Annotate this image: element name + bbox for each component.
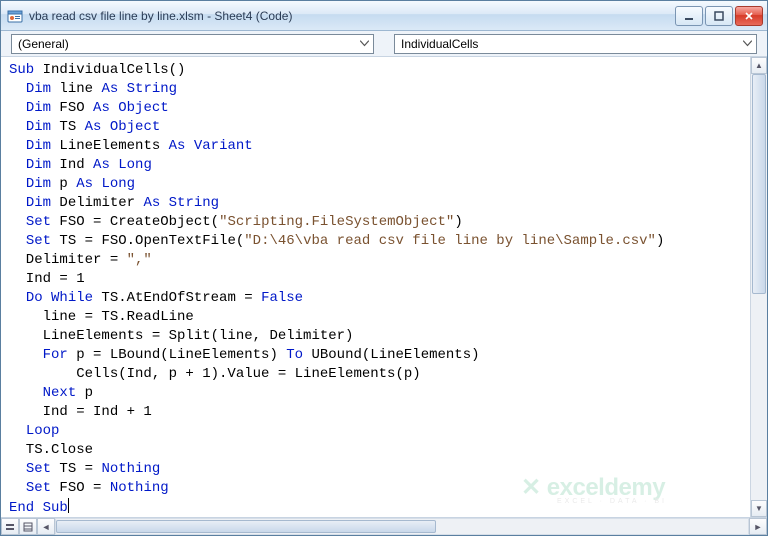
bottom-bar: ◄ ► xyxy=(1,517,767,535)
scroll-track[interactable] xyxy=(751,74,767,500)
full-module-view-button[interactable] xyxy=(19,518,37,535)
vertical-scrollbar[interactable]: ▲ ▼ xyxy=(750,57,767,517)
object-dropdown[interactable]: (General) xyxy=(11,34,374,54)
horizontal-scroll-thumb[interactable] xyxy=(56,520,436,533)
horizontal-scroll-track[interactable] xyxy=(55,518,749,535)
scroll-right-arrow-icon[interactable]: ► xyxy=(749,518,767,535)
code-editor[interactable]: Sub IndividualCells() Dim line As String… xyxy=(1,57,750,517)
procedure-dropdown-value: IndividualCells xyxy=(401,37,478,51)
chevron-down-icon xyxy=(743,38,752,49)
vbe-code-window: vba read csv file line by line.xlsm - Sh… xyxy=(0,0,768,536)
window-title: vba read csv file line by line.xlsm - Sh… xyxy=(29,9,675,23)
procedure-dropdown[interactable]: IndividualCells xyxy=(394,34,757,54)
object-dropdown-value: (General) xyxy=(18,37,69,51)
window-controls xyxy=(675,6,763,26)
scroll-left-arrow-icon[interactable]: ◄ xyxy=(37,518,55,535)
scroll-down-arrow-icon[interactable]: ▼ xyxy=(751,500,767,517)
minimize-button[interactable] xyxy=(675,6,703,26)
titlebar[interactable]: vba read csv file line by line.xlsm - Sh… xyxy=(1,1,767,31)
maximize-button[interactable] xyxy=(705,6,733,26)
app-icon xyxy=(7,8,23,24)
chevron-down-icon xyxy=(360,38,369,49)
scroll-up-arrow-icon[interactable]: ▲ xyxy=(751,57,767,74)
close-button[interactable] xyxy=(735,6,763,26)
code-pane-wrap: Sub IndividualCells() Dim line As String… xyxy=(1,57,767,517)
procedure-view-button[interactable] xyxy=(1,518,19,535)
scroll-thumb[interactable] xyxy=(752,74,766,294)
declarations-bar: (General) IndividualCells xyxy=(1,31,767,57)
